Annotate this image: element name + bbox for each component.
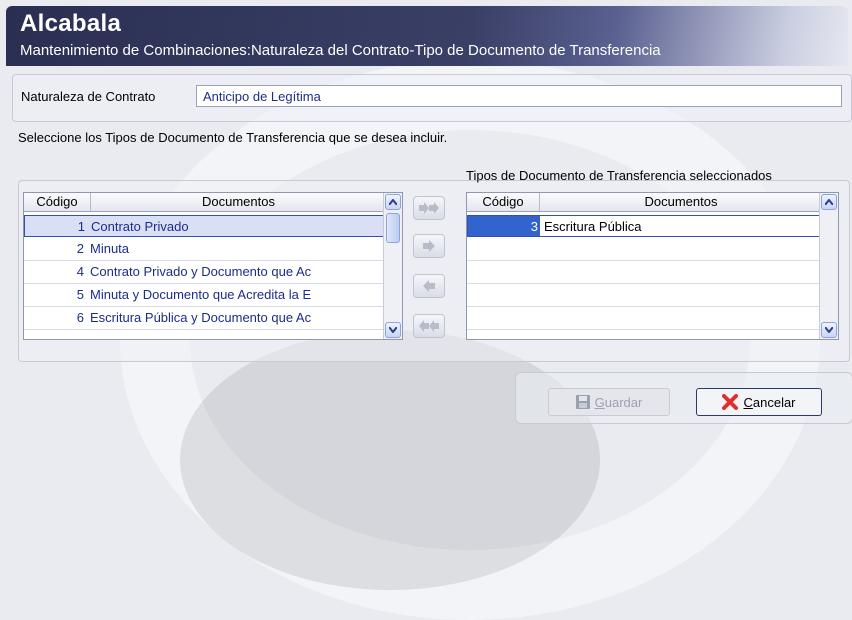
row-code: 5 — [76, 287, 84, 302]
table-row-empty — [467, 261, 820, 284]
cancel-label: Cancelar — [743, 394, 796, 410]
remove-selected-button[interactable] — [413, 274, 445, 298]
row-document: Escritura Pública y Documento que Ac — [90, 310, 312, 325]
row-code: 4 — [76, 264, 84, 279]
right-grid-scrollbar[interactable] — [819, 193, 838, 339]
grid-header: Código Documentos — [467, 193, 820, 212]
row-document: Contrato Privado y Documento que Ac — [90, 264, 312, 279]
double-arrow-left-icon — [419, 320, 439, 332]
cancel-button[interactable]: Cancelar — [696, 388, 822, 416]
row-document: Minuta y Documento que Acredita la E — [90, 287, 312, 302]
row-document: Minuta — [90, 241, 130, 256]
add-selected-button[interactable] — [413, 234, 445, 258]
background-shadow — [180, 330, 600, 590]
table-row[interactable]: 4 Contrato Privado y Documento que Ac — [24, 261, 384, 284]
add-all-button[interactable] — [413, 196, 445, 220]
table-row[interactable]: 2 Minuta — [24, 238, 384, 261]
grid-header: Código Documentos — [24, 193, 384, 212]
chevron-up-icon — [389, 199, 397, 205]
double-arrow-right-icon — [419, 202, 439, 214]
row-document: Escritura Pública — [544, 219, 642, 234]
scroll-down-button[interactable] — [385, 322, 401, 338]
table-row[interactable]: 1 Contrato Privado — [24, 215, 384, 237]
scroll-down-button[interactable] — [821, 322, 837, 338]
selected-documents-grid[interactable]: Código Documentos 3 Escritura Pública — [466, 192, 839, 340]
floppy-disk-icon — [575, 395, 590, 409]
column-header-codigo[interactable]: Código — [24, 194, 90, 209]
page-subtitle: Mantenimiento de Combinaciones:Naturalez… — [20, 42, 661, 59]
column-header-codigo[interactable]: Código — [467, 194, 539, 209]
column-header-documentos[interactable]: Documentos — [540, 194, 822, 209]
selected-grid-title: Tipos de Documento de Transferencia sele… — [466, 168, 772, 183]
instruction-text: Seleccione los Tipos de Documento de Tra… — [18, 130, 448, 145]
table-row[interactable]: 5 Minuta y Documento que Acredita la E — [24, 284, 384, 307]
table-row-empty — [467, 284, 820, 307]
table-row[interactable]: 3 Escritura Pública — [467, 215, 820, 237]
scroll-up-button[interactable] — [821, 194, 837, 210]
remove-all-button[interactable] — [413, 314, 445, 338]
save-label: Guardar — [594, 394, 643, 410]
row-code: 6 — [76, 310, 84, 325]
window-header: Alcabala Mantenimiento de Combinaciones:… — [6, 6, 848, 66]
naturaleza-field[interactable]: Anticipo de Legítima — [196, 85, 842, 107]
row-document: Contrato Privado — [91, 219, 189, 234]
table-row-empty — [467, 238, 820, 261]
row-code: 3 — [530, 219, 538, 234]
left-grid-scrollbar[interactable] — [383, 193, 402, 339]
save-button[interactable]: Guardar — [548, 388, 670, 416]
column-header-documentos[interactable]: Documentos — [91, 194, 386, 209]
arrow-right-icon — [423, 240, 435, 252]
table-row[interactable]: 6 Escritura Pública y Documento que Ac — [24, 307, 384, 330]
chevron-down-icon — [825, 327, 833, 333]
row-code: 1 — [77, 219, 85, 234]
naturaleza-panel: Naturaleza de Contrato Anticipo de Legít… — [12, 74, 852, 122]
table-row-empty — [467, 307, 820, 330]
arrow-left-icon — [423, 280, 435, 292]
close-icon — [722, 394, 739, 410]
scroll-thumb[interactable] — [386, 213, 400, 243]
row-code: 2 — [76, 241, 84, 256]
scroll-up-button[interactable] — [385, 194, 401, 210]
chevron-up-icon — [825, 199, 833, 205]
naturaleza-label: Naturaleza de Contrato — [21, 89, 156, 104]
chevron-down-icon — [389, 327, 397, 333]
available-documents-grid[interactable]: Código Documentos 1 Contrato Privado 2 M… — [23, 192, 403, 340]
app-title: Alcabala — [20, 10, 122, 37]
